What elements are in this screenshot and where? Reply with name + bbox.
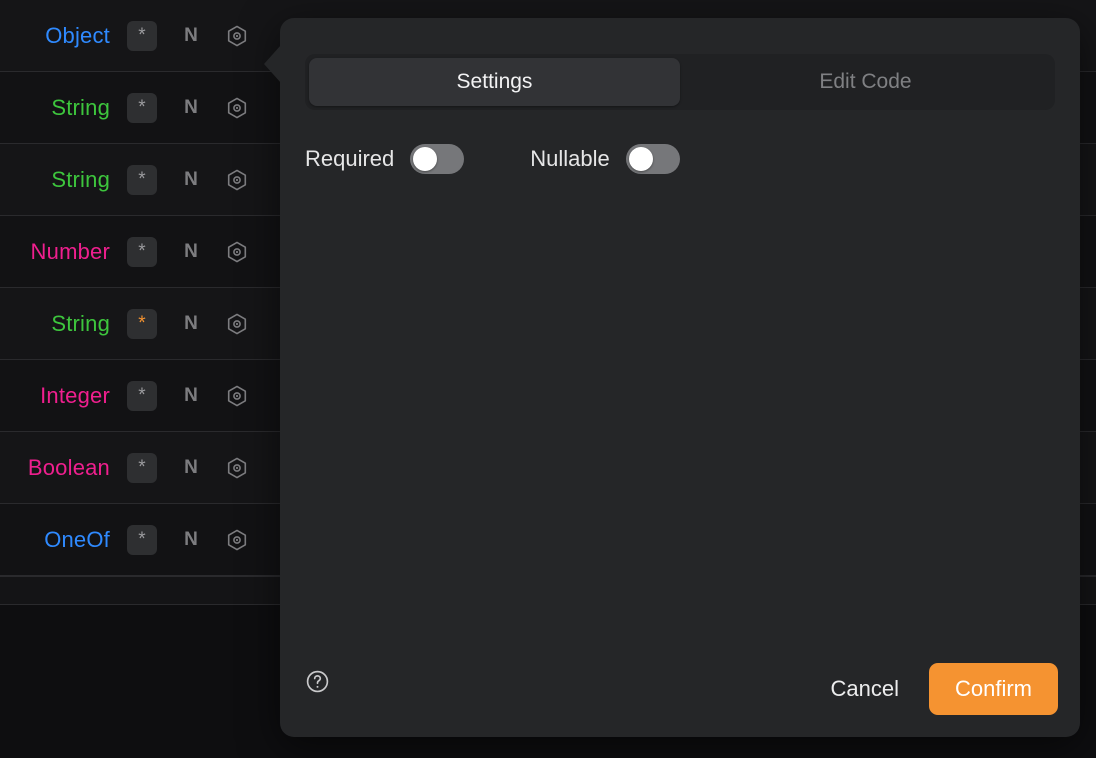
row-type-label: Boolean [27, 454, 110, 480]
nullable-toggle-knob [628, 147, 653, 171]
nullable-toggle[interactable] [625, 144, 680, 174]
dialog-footer: Cancel Confirm [280, 627, 1080, 737]
hex-nut-icon[interactable] [225, 384, 249, 408]
row-type-label: String [51, 310, 110, 336]
nullable-flag-label[interactable]: N [182, 313, 200, 335]
required-star-button[interactable]: * [127, 524, 157, 555]
nullable-flag-label[interactable]: N [182, 97, 200, 119]
hex-nut-icon[interactable] [225, 24, 249, 48]
row-type-label: Object [45, 22, 110, 48]
nullable-flag-label[interactable]: N [182, 241, 200, 263]
dialog-pointer-notch [264, 45, 281, 83]
confirm-button[interactable]: Confirm [928, 663, 1058, 715]
nullable-label: Nullable [530, 146, 610, 171]
row-type-label: Number [30, 238, 110, 264]
nullable-flag-label[interactable]: N [182, 25, 200, 47]
required-star-button[interactable]: * [127, 308, 157, 339]
tab-edit-code-label: Edit Code [819, 70, 912, 93]
required-toggle-knob [413, 147, 438, 171]
question-circle-icon[interactable] [305, 669, 330, 694]
required-toggle-group: Required [305, 144, 465, 174]
required-star-button[interactable]: * [127, 164, 157, 195]
tab-settings[interactable]: Settings [309, 58, 680, 106]
row-type-label: Integer [40, 382, 110, 408]
nullable-flag-label[interactable]: N [182, 529, 200, 551]
row-type-label: String [51, 94, 110, 120]
row-type-label: String [51, 166, 110, 192]
row-type-label: OneOf [44, 526, 110, 552]
nullable-flag-label[interactable]: N [182, 457, 200, 479]
hex-nut-icon[interactable] [225, 528, 249, 552]
nullable-flag-label[interactable]: N [182, 169, 200, 191]
required-star-button[interactable]: * [127, 236, 157, 267]
tab-edit-code[interactable]: Edit Code [680, 58, 1051, 106]
nullable-toggle-group: Nullable [530, 144, 680, 174]
required-star-button[interactable]: * [127, 380, 157, 411]
required-toggle[interactable] [410, 144, 465, 174]
hex-nut-icon[interactable] [225, 168, 249, 192]
tab-settings-label: Settings [456, 70, 533, 93]
required-star-button[interactable]: * [127, 20, 157, 51]
hex-nut-icon[interactable] [225, 96, 249, 120]
required-label: Required [305, 146, 395, 171]
hex-nut-icon[interactable] [225, 240, 249, 264]
required-star-button[interactable]: * [127, 92, 157, 123]
hex-nut-icon[interactable] [225, 456, 249, 480]
dialog-tab-bar: Settings Edit Code [305, 54, 1055, 110]
hex-nut-icon[interactable] [225, 312, 249, 336]
nullable-flag-label[interactable]: N [182, 385, 200, 407]
cancel-button[interactable]: Cancel [813, 666, 917, 712]
required-star-button[interactable]: * [127, 452, 157, 483]
dialog-actions: Cancel Confirm [813, 663, 1058, 715]
field-settings-dialog: Settings Edit Code Required Nullable Can… [264, 18, 1080, 737]
dialog-toggle-row: Required Nullable [305, 144, 680, 174]
